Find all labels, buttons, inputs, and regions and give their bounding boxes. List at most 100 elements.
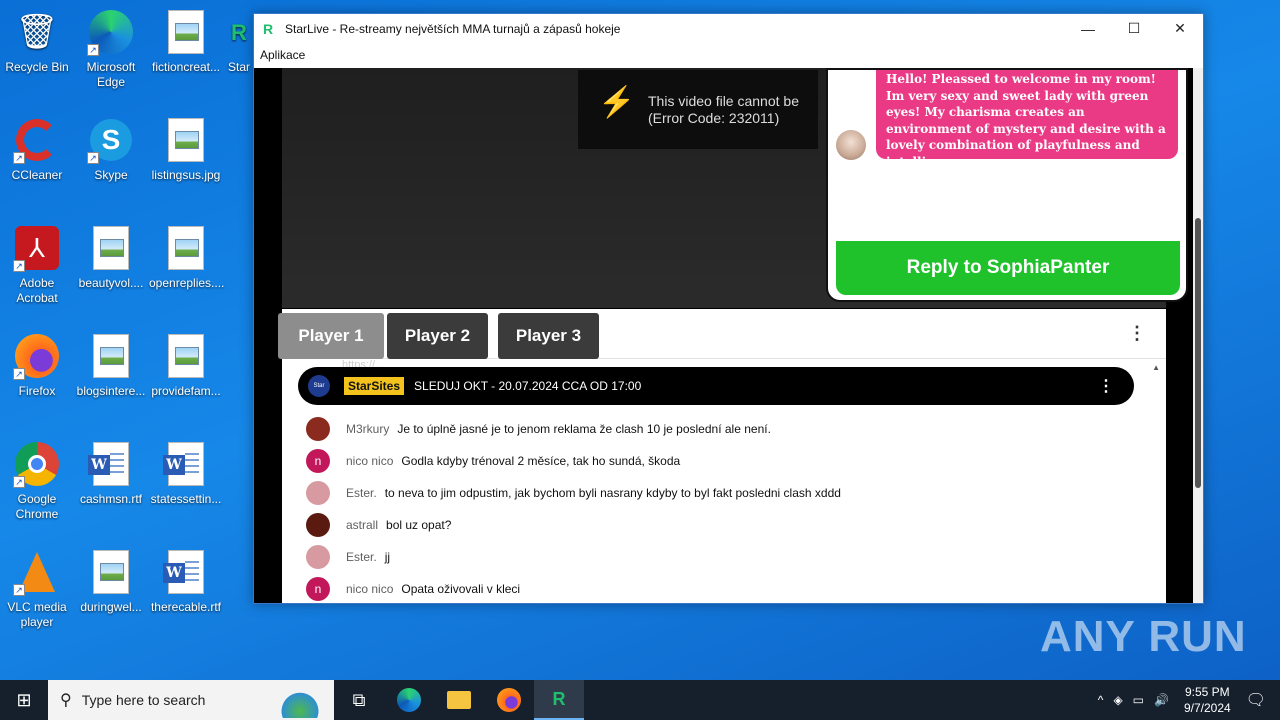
network-icon[interactable]: ▭	[1133, 693, 1144, 707]
desktop-icon-acrobat[interactable]: ⅄ ↗ Adobe Acrobat	[0, 224, 74, 306]
word-file-icon: W	[162, 548, 210, 596]
app-window: R StarLive - Re-streamy největších MMA t…	[253, 13, 1204, 604]
clock-date: 9/7/2024	[1183, 701, 1231, 715]
desktop-icon-providefam[interactable]: providefam...	[149, 332, 223, 399]
task-view-button[interactable]: ⧉	[334, 680, 384, 720]
chat-text: to neva to jim odpustim, jak bychom byli…	[384, 486, 841, 500]
chrome-icon: ↗	[13, 440, 61, 488]
chat-text: jj	[384, 550, 391, 564]
vlc-icon: ↗	[13, 548, 61, 596]
search-icon: ⚲	[60, 692, 72, 709]
image-file-icon	[87, 548, 135, 596]
search-placeholder: Type here to search	[81, 692, 206, 708]
avatar: n	[306, 577, 330, 601]
chat-text: Godla kdyby trénoval 2 měsíce, tak ho su…	[401, 454, 681, 468]
tab-player-1[interactable]: Player 1	[278, 313, 384, 359]
more-options-icon[interactable]: ⋮	[1128, 323, 1146, 344]
desktop-icon-cashmsn[interactable]: W cashmsn.rtf	[74, 440, 148, 507]
system-tray: ^ ◈ ▭ 🔊 9:55 PM 9/7/2024 🗨	[1093, 680, 1280, 720]
pinned-badge: StarSites	[344, 377, 405, 395]
skype-icon: S ↗	[87, 116, 135, 164]
clock[interactable]: 9:55 PM 9/7/2024	[1184, 684, 1231, 716]
video-player[interactable]: ⚡ This video file cannot be (Error Code:…	[282, 68, 1188, 308]
scrollbar-thumb[interactable]	[1195, 218, 1201, 488]
search-box[interactable]: ⚲ Type here to search	[48, 680, 334, 720]
folder-icon	[447, 691, 471, 709]
desktop-icon-duringwel[interactable]: duringwel...	[74, 548, 148, 615]
close-button[interactable]: ✕	[1157, 14, 1203, 43]
app-content: ⚡ This video file cannot be (Error Code:…	[254, 68, 1203, 603]
window-scrollbar[interactable]	[1193, 68, 1203, 603]
desktop-icon-beautyvol[interactable]: beautyvol....	[74, 224, 148, 291]
taskbar-starlive[interactable]: R	[534, 680, 584, 720]
chat-author[interactable]: Ester.	[346, 550, 377, 564]
maximize-button[interactable]: ☐	[1111, 14, 1157, 43]
chat-author[interactable]: Ester.	[346, 486, 377, 500]
chevron-up-icon[interactable]: ^	[1098, 693, 1104, 707]
word-file-icon: W	[87, 440, 135, 488]
reply-button[interactable]: Reply to SophiaPanter	[836, 241, 1180, 295]
taskbar-firefox[interactable]	[484, 680, 534, 720]
image-file-icon	[162, 116, 210, 164]
window-title: StarLive - Re-streamy největších MMA tur…	[285, 21, 621, 36]
error-message: This video file cannot be	[648, 93, 799, 109]
desktop-icon-vlc[interactable]: ↗ VLC media player	[0, 548, 74, 630]
avatar: n	[306, 449, 330, 473]
desktop-icon-statessettin[interactable]: W statessettin...	[149, 440, 223, 507]
volume-icon[interactable]: 🔊	[1154, 693, 1169, 707]
desktop-icon-openreplies[interactable]: openreplies....	[149, 224, 224, 291]
chat-author[interactable]: nico nico	[346, 582, 393, 596]
menu-aplikace[interactable]: Aplikace	[260, 48, 305, 62]
minimize-button[interactable]: —	[1065, 14, 1111, 43]
start-button[interactable]: ⊞	[0, 680, 48, 720]
pinned-more-icon[interactable]: ⋮	[1098, 376, 1114, 396]
avatar	[306, 545, 330, 569]
chat-message: Ester. to neva to jim odpustim, jak bych…	[306, 477, 1126, 509]
edge-icon	[397, 688, 421, 712]
search-highlight-icon	[270, 684, 330, 718]
chat-popup: Hello! Pleassed to welcome in my room! I…	[826, 68, 1188, 302]
desktop-icon-fictioncreat[interactable]: fictioncreat...	[149, 8, 223, 75]
video-error-box: ⚡ This video file cannot be (Error Code:…	[578, 70, 818, 149]
desktop-icon-star[interactable]: R Star	[222, 8, 256, 75]
chat-messages: M3rkury Je to úplně jasné je to jenom re…	[306, 413, 1126, 603]
tab-player-3[interactable]: Player 3	[498, 313, 599, 359]
popup-message-bubble: Hello! Pleassed to welcome in my room! I…	[876, 70, 1178, 169]
security-icon[interactable]: ◈	[1113, 693, 1122, 707]
chat-message: n nico nico Opata oživovali v kleci	[306, 573, 1126, 603]
tab-player-2[interactable]: Player 2	[387, 313, 488, 359]
desktop-icon-recycle-bin[interactable]: 🗑 Recycle Bin	[0, 8, 74, 75]
firefox-icon: ↗	[13, 332, 61, 380]
scroll-up-icon[interactable]: ▲	[1152, 363, 1160, 372]
chat-text: Opata oživovali v kleci	[401, 582, 521, 596]
anyrun-watermark: ANY RUN	[1040, 612, 1247, 661]
taskbar-edge[interactable]	[384, 680, 434, 720]
word-file-icon: W	[162, 440, 210, 488]
taskbar: ⊞ ⚲ Type here to search ⧉ R ^ ◈ ▭ 🔊 9:55…	[0, 680, 1280, 720]
notification-icon[interactable]: 🗨	[1246, 690, 1266, 710]
desktop-icon-edge[interactable]: ↗ Microsoft Edge	[74, 8, 148, 90]
image-file-icon	[162, 8, 210, 56]
firefox-icon	[497, 688, 521, 712]
desktop-icon-therecable[interactable]: W therecable.rtf	[149, 548, 223, 615]
desktop-icon-skype[interactable]: S ↗ Skype	[74, 116, 148, 183]
title-bar[interactable]: R StarLive - Re-streamy největších MMA t…	[254, 14, 1203, 43]
chat-message: n nico nico Godla kdyby trénoval 2 měsíc…	[306, 445, 1126, 477]
chat-message: astrall bol uz opat?	[306, 509, 1126, 541]
desktop-icon-blogsintere[interactable]: blogsintere...	[74, 332, 148, 399]
chat-author[interactable]: nico nico	[346, 454, 393, 468]
starlive-icon: R	[552, 688, 566, 709]
clock-time: 9:55 PM	[1184, 685, 1230, 699]
image-file-icon	[87, 332, 135, 380]
avatar	[836, 130, 866, 160]
chat-author[interactable]: M3rkury	[346, 422, 389, 436]
desktop-icon-chrome[interactable]: ↗ Google Chrome	[0, 440, 74, 522]
desktop-icon-firefox[interactable]: ↗ Firefox	[0, 332, 74, 399]
windows-icon: ⊞	[16, 689, 32, 710]
ccleaner-icon: ↗	[13, 116, 61, 164]
chat-author[interactable]: astrall	[346, 518, 378, 532]
taskbar-file-explorer[interactable]	[434, 680, 484, 720]
task-view-icon: ⧉	[352, 689, 366, 710]
desktop-icon-ccleaner[interactable]: ↗ CCleaner	[0, 116, 74, 183]
desktop-icon-listingsus[interactable]: listingsus.jpg	[149, 116, 223, 183]
